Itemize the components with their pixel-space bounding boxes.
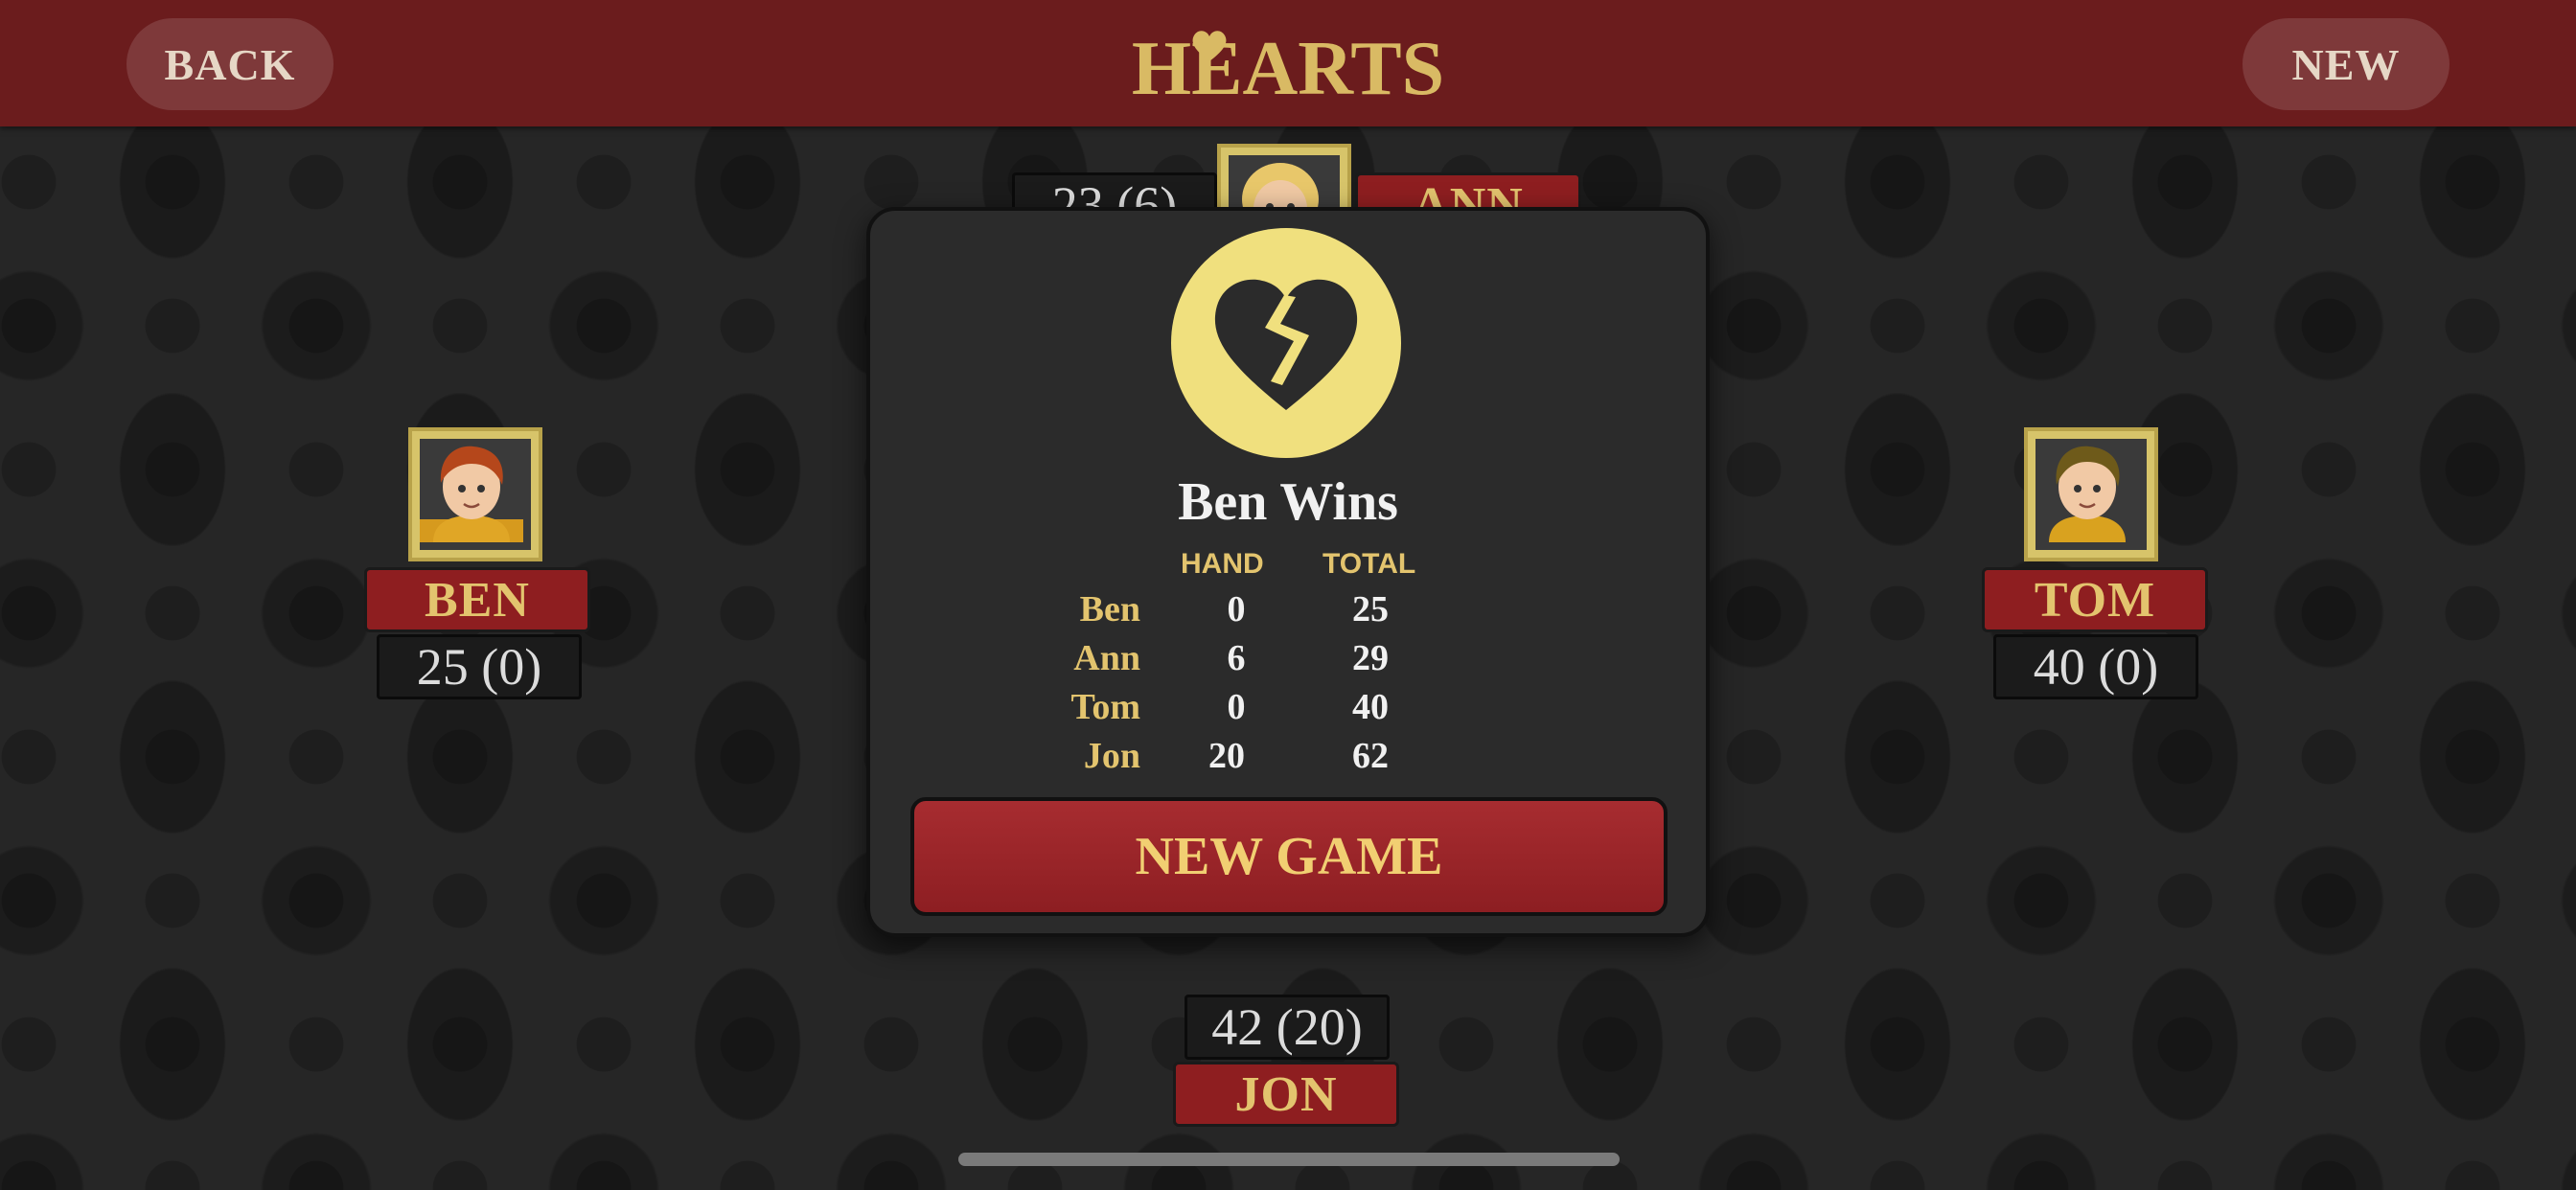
result-row-name: Ben [1079, 589, 1140, 629]
total-column-header: TOTAL [1322, 548, 1416, 580]
broken-heart-icon [1171, 228, 1401, 458]
result-row-total: 40 [1352, 687, 1389, 727]
result-row-name: Tom [1070, 687, 1140, 727]
hand-column-header: HAND [1181, 548, 1264, 580]
winner-text: Ben Wins [1178, 472, 1398, 532]
tom-face-icon [2049, 446, 2126, 542]
result-row-name: Ann [1073, 638, 1140, 678]
tom-nameplate: TOM [1982, 567, 2208, 632]
ben-face-icon [420, 446, 523, 542]
result-row-name: Jon [1083, 736, 1140, 776]
ben-avatar [408, 427, 542, 561]
back-button[interactable]: BACK [126, 18, 334, 110]
result-row-total: 25 [1352, 589, 1389, 629]
tom-score: 40 (0) [1993, 634, 2198, 699]
home-indicator[interactable] [958, 1153, 1620, 1166]
heart-icon [1192, 31, 1227, 61]
result-row-hand: 6 [1227, 638, 1246, 678]
new-game-button[interactable]: NEW GAME [910, 797, 1668, 916]
ben-nameplate: BEN [364, 567, 590, 632]
jon-score: 42 (20) [1184, 995, 1390, 1060]
ben-score: 25 (0) [377, 634, 582, 699]
jon-nameplate: JON [1173, 1062, 1399, 1127]
game-title: HEARTS [1131, 27, 1445, 111]
result-row-hand: 20 [1208, 736, 1245, 776]
result-row-hand: 0 [1227, 589, 1246, 629]
result-row-hand: 0 [1227, 687, 1246, 727]
new-button[interactable]: NEW [2242, 18, 2450, 110]
result-row-total: 29 [1352, 638, 1389, 678]
result-row-total: 62 [1352, 736, 1389, 776]
tom-avatar [2024, 427, 2158, 561]
